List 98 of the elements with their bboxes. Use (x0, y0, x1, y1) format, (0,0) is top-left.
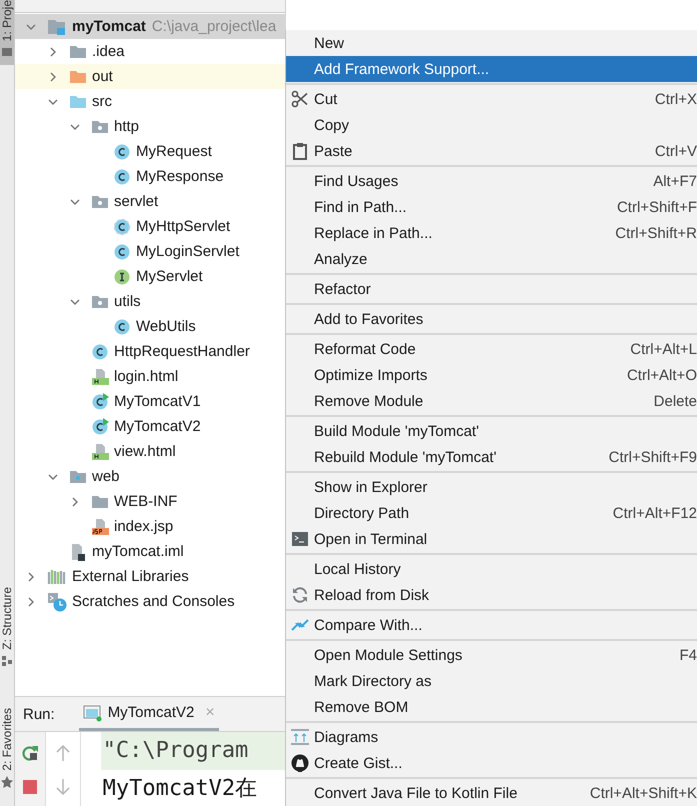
menu-item[interactable]: Analyze (286, 246, 697, 272)
html-file-icon (91, 442, 109, 460)
shortcut-text: Ctrl+Alt+F12 (612, 504, 697, 522)
cat-silhouette-icon (291, 754, 309, 772)
shortcut-text: Ctrl+Alt+L (630, 340, 697, 358)
menu-item[interactable]: Find in Path... Ctrl+Shift+F (286, 194, 697, 220)
tree-item[interactable]: index.jsp (114, 518, 174, 535)
menu-item[interactable]: Add to Favorites (286, 306, 697, 332)
panel-label: Run: (23, 706, 55, 722)
shortcut-text: Delete (654, 392, 697, 410)
jsp-file-icon (91, 518, 109, 536)
menu-item[interactable]: Compare With... (286, 612, 697, 638)
terminal-icon (291, 530, 309, 548)
tree-item[interactable]: Scratches and Consoles (72, 593, 235, 610)
shortcut-text: Ctrl+Shift+F (616, 198, 697, 216)
shortcut-text: Ctrl+Shift+R (615, 224, 697, 242)
rerun-icon (21, 744, 40, 762)
menu-item[interactable]: Build Module 'myTomcat' (286, 418, 697, 444)
tree-item[interactable]: External Libraries (72, 568, 189, 585)
menu-item[interactable]: Create Gist... (286, 750, 697, 776)
tree-item[interactable]: MyHttpServlet (136, 218, 230, 235)
tree-item[interactable]: src (92, 93, 112, 110)
interface-icon (113, 268, 131, 286)
tree-item[interactable]: MyLoginServlet (136, 243, 240, 260)
console-icon (82, 704, 103, 722)
class-icon (113, 242, 131, 260)
path-text: C:\java_project\lea (152, 18, 276, 35)
menu-item[interactable]: Replace in Path... Ctrl+Shift+R (286, 220, 697, 246)
tree-item[interactable]: http (114, 118, 140, 135)
shortcut-text: Ctrl+Alt+Shift+K (590, 784, 697, 802)
menu-item[interactable]: Add Framework Support... (286, 56, 697, 82)
tree-item[interactable]: WebUtils (136, 318, 196, 335)
menu-item[interactable]: Find Usages Alt+F7 (286, 168, 697, 194)
tree-item[interactable]: web (92, 468, 120, 485)
tool-window-label[interactable]: Z: Structure (0, 587, 14, 650)
class-icon (113, 318, 131, 336)
tree-item[interactable]: HttpRequestHandler (114, 343, 250, 360)
shortcut-text: Ctrl+Shift+F9 (608, 448, 697, 466)
shortcut-text: Ctrl+X (654, 90, 697, 108)
library-icon (47, 568, 67, 586)
menu-item[interactable]: Show in Explorer (286, 474, 697, 500)
tree-item[interactable]: MyTomcatV1 (114, 393, 201, 410)
shortcut-text: Ctrl+V (654, 142, 697, 160)
menu-item[interactable]: Optimize Imports Ctrl+Alt+O (286, 362, 697, 388)
menu-item[interactable]: Remove BOM (286, 694, 697, 720)
menu-item[interactable]: Diagrams (286, 724, 697, 750)
tree-item[interactable]: myTomcat (72, 18, 146, 35)
down-arrow-icon (55, 778, 72, 796)
menu-item[interactable]: New (286, 30, 697, 56)
shortcut-text: Ctrl+Alt+O (626, 366, 697, 384)
tree-item[interactable]: WEB-INF (114, 493, 178, 510)
menu-item[interactable]: Convert Java File to Kotlin File Ctrl+Alt+Shift+K (286, 780, 697, 806)
tree-item[interactable]: view.html (114, 443, 176, 460)
shortcut-text: Alt+F7 (653, 172, 697, 190)
menu-item[interactable]: Remove Module Delete (286, 388, 697, 414)
module-file-icon (69, 542, 87, 560)
scratch-icon (47, 592, 67, 612)
shortcut-text: F4 (679, 646, 697, 664)
menu-item[interactable]: Paste Ctrl+V (286, 138, 697, 164)
up-arrow-icon (55, 744, 72, 762)
console-line: MyTomcatV2在 (102, 775, 258, 803)
html-file-icon (91, 368, 109, 386)
tree-item[interactable]: myTomcat.iml (92, 543, 184, 560)
menu-item[interactable]: Copy (286, 112, 697, 138)
menu-item[interactable]: Open Module Settings F4 (286, 642, 697, 668)
class-icon (113, 218, 131, 236)
menu-item[interactable]: Refactor (286, 276, 697, 302)
class-icon (113, 168, 131, 186)
menu-item[interactable]: Directory Path Ctrl+Alt+F12 (286, 500, 697, 526)
star-icon (0, 774, 14, 789)
tool-window-label[interactable]: 2: Favorites (0, 708, 14, 771)
tree-item[interactable]: MyRequest (136, 143, 212, 160)
class-icon (113, 142, 131, 160)
tree-item[interactable]: servlet (114, 193, 158, 210)
menu-item[interactable]: Reload from Disk (286, 582, 697, 608)
reload-icon (291, 586, 309, 604)
tree-item[interactable]: MyServlet (136, 268, 203, 285)
menu-item[interactable]: Rebuild Module 'myTomcat' Ctrl+Shift+F9 (286, 444, 697, 470)
class-icon (91, 342, 109, 360)
stop-icon (21, 778, 40, 796)
scissors-icon (291, 90, 309, 108)
tree-item[interactable]: MyResponse (136, 168, 224, 185)
menu-item[interactable]: Cut Ctrl+X (286, 86, 697, 112)
class-icon (91, 418, 109, 436)
clipboard-icon (291, 142, 309, 160)
menu-item[interactable]: Reformat Code Ctrl+Alt+L (286, 336, 697, 362)
class-icon (91, 392, 109, 410)
diagram-icon (291, 728, 309, 746)
tree-item[interactable]: MyTomcatV2 (114, 418, 201, 435)
structure-icon (0, 654, 14, 668)
menu-item[interactable]: Mark Directory as (286, 668, 697, 694)
tree-item[interactable]: .idea (92, 43, 125, 60)
tree-item[interactable]: utils (114, 293, 141, 310)
module-icon (47, 18, 67, 36)
menu-item[interactable]: Open in Terminal (286, 526, 697, 552)
menu-item[interactable]: Local History (286, 556, 697, 582)
tree-item[interactable]: out (92, 68, 113, 85)
tree-item[interactable]: login.html (114, 368, 178, 385)
